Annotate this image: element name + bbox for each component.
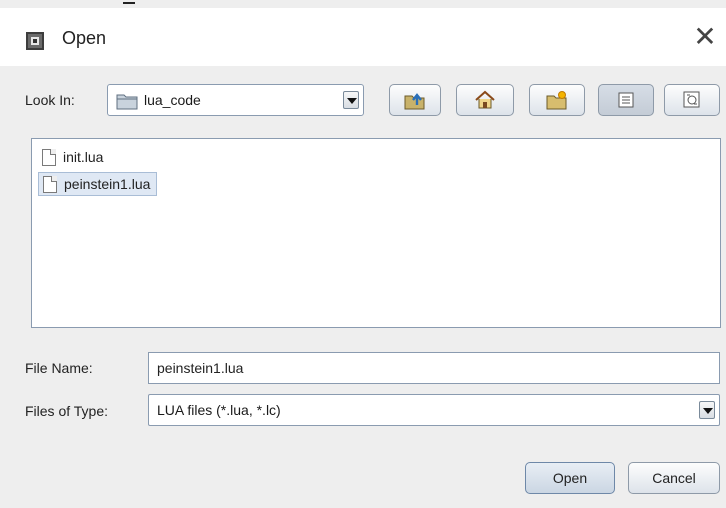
look-in-label: Look In: xyxy=(25,92,75,108)
app-icon xyxy=(26,32,44,50)
details-view-button[interactable] xyxy=(664,84,720,116)
close-button[interactable]: ✕ xyxy=(690,22,720,52)
cancel-button[interactable]: Cancel xyxy=(628,462,720,494)
file-name-text: init.lua xyxy=(63,149,104,165)
folder-icon xyxy=(116,92,138,113)
new-folder-button[interactable] xyxy=(529,84,585,116)
file-name-text: peinstein1.lua xyxy=(64,176,151,192)
list-item-init-lua[interactable]: init.lua xyxy=(38,145,109,169)
cursor-mark xyxy=(123,2,135,4)
dialog-title: Open xyxy=(62,28,107,48)
look-in-value: lua_code xyxy=(144,92,201,108)
up-folder-button[interactable] xyxy=(389,84,441,116)
home-button[interactable] xyxy=(456,84,514,116)
list-view-button[interactable] xyxy=(598,84,654,116)
list-item-peinstein1-lua[interactable]: peinstein1.lua xyxy=(38,172,158,196)
file-type-combobox[interactable]: LUA files (*.lua, *.lc) xyxy=(148,394,720,426)
chevron-down-icon[interactable] xyxy=(343,91,359,109)
file-icon xyxy=(43,175,57,193)
chevron-down-icon[interactable] xyxy=(699,401,715,419)
file-name-label: File Name: xyxy=(25,360,93,376)
title-bar[interactable]: Open ✕ xyxy=(0,8,726,66)
file-icon xyxy=(42,148,56,166)
open-dialog: Open ✕ Look In: lua_code init.lua peinst… xyxy=(0,0,726,508)
file-type-value: LUA files (*.lua, *.lc) xyxy=(157,402,281,418)
file-type-label: Files of Type: xyxy=(25,403,109,419)
file-list[interactable]: init.lua peinstein1.lua xyxy=(31,138,721,328)
look-in-combobox[interactable]: lua_code xyxy=(107,84,364,116)
file-name-field[interactable]: peinstein1.lua xyxy=(148,352,720,384)
open-button[interactable]: Open xyxy=(525,462,615,494)
